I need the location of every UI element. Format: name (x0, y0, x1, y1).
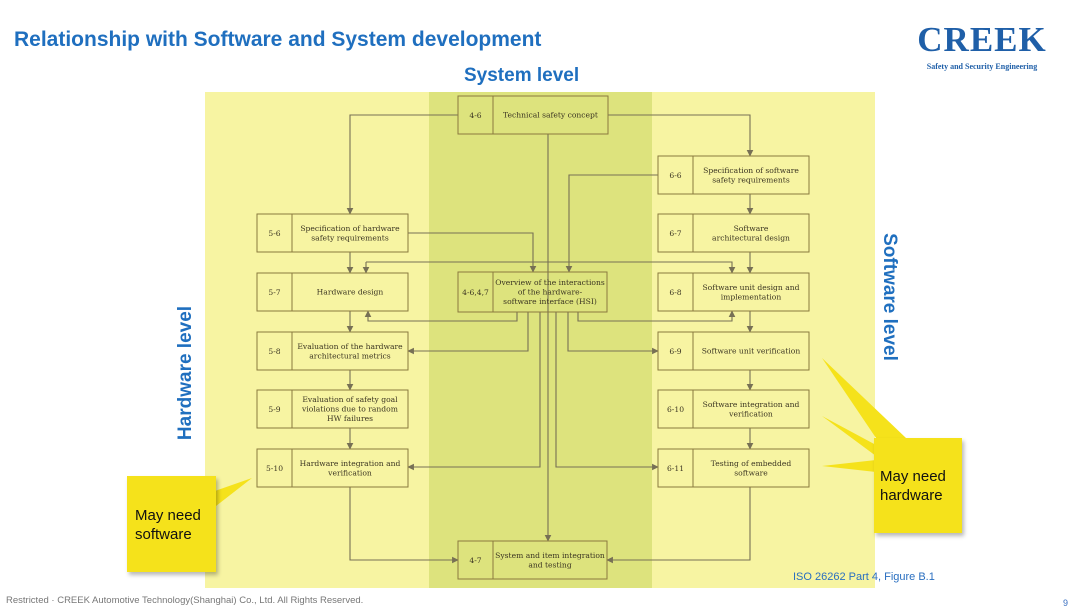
system-level-label: System level (464, 65, 580, 86)
footer-copyright: Restricted · CREEK Automotive Technology… (6, 595, 364, 606)
box-code: 4-7 (469, 556, 481, 565)
source-citation: ISO 26262 Part 4, Figure B.1 (793, 571, 935, 583)
callout-may-need-software: May need software (127, 476, 216, 572)
box-code: 5-9 (268, 405, 280, 414)
box-label-line-2: verification (327, 468, 372, 477)
callout-line-2: hardware (880, 487, 943, 504)
box-label-line-1: Overview of the interactions (495, 278, 605, 287)
box-label-line-1: Software unit design and (702, 283, 799, 292)
box-label-line-1: Evaluation of safety goal (302, 395, 398, 404)
box-label-line-2: and testing (528, 560, 572, 569)
page-number: 9 (1062, 598, 1068, 608)
box-label-line-2: architectural design (712, 233, 790, 242)
box-label-line-1: Specification of hardware (300, 224, 400, 233)
box-label-line-1: Hardware design (317, 288, 384, 297)
hardware-level-panel (205, 92, 429, 588)
box-code: 4-6 (469, 111, 481, 120)
box-code: 5-8 (268, 347, 280, 356)
box-label-line-1: Software (734, 224, 769, 233)
callout-line-2: software (135, 526, 192, 543)
box-label-line-2: of the hardware- (518, 288, 583, 297)
box-label-line-2: violations due to random (301, 405, 398, 414)
box-label-line-2: verification (728, 409, 773, 418)
box-label-line-1: Testing of embedded (711, 459, 792, 468)
box-label-line-2: software (734, 468, 768, 477)
box-code: 5-6 (268, 229, 280, 238)
box-label-line-2: safety requirements (311, 233, 389, 242)
box-label-line-2: safety requirements (712, 175, 790, 184)
box-code: 6-6 (669, 171, 681, 180)
box-code: 4-6,4,7 (462, 288, 489, 297)
box-label-line-1: Evaluation of the hardware (297, 342, 403, 351)
hardware-level-label: Hardware level (175, 305, 196, 441)
box-label-line-1: Hardware integration and (300, 459, 401, 468)
box-code: 6-9 (669, 347, 681, 356)
callout-line-1: May need (135, 507, 201, 524)
callout-may-need-hardware: May need hardware (874, 438, 962, 533)
box-code: 6-8 (669, 288, 681, 297)
box-label-line-1: System and item integration (495, 551, 605, 560)
box-label-line-3: HW failures (327, 414, 373, 423)
box-label-line-1: Specification of software (703, 166, 799, 175)
box-label-line-1: Software integration and (703, 400, 800, 409)
box-label-line-1: Software unit verification (702, 347, 801, 356)
box-label-line-1: Technical safety concept (503, 111, 598, 120)
box-label-line-2: architectural metrics (309, 351, 391, 360)
box-label-line-3: software interface (HSI) (503, 297, 597, 306)
box-label-line-2: implementation (721, 292, 782, 301)
callout-line-1: May need (880, 468, 946, 485)
box-code: 6-11 (667, 464, 684, 473)
box-code: 5-10 (266, 464, 283, 473)
box-code: 6-10 (667, 405, 684, 414)
software-level-label: Software level (879, 233, 900, 361)
box-code: 6-7 (669, 229, 681, 238)
box-code: 5-7 (268, 288, 280, 297)
